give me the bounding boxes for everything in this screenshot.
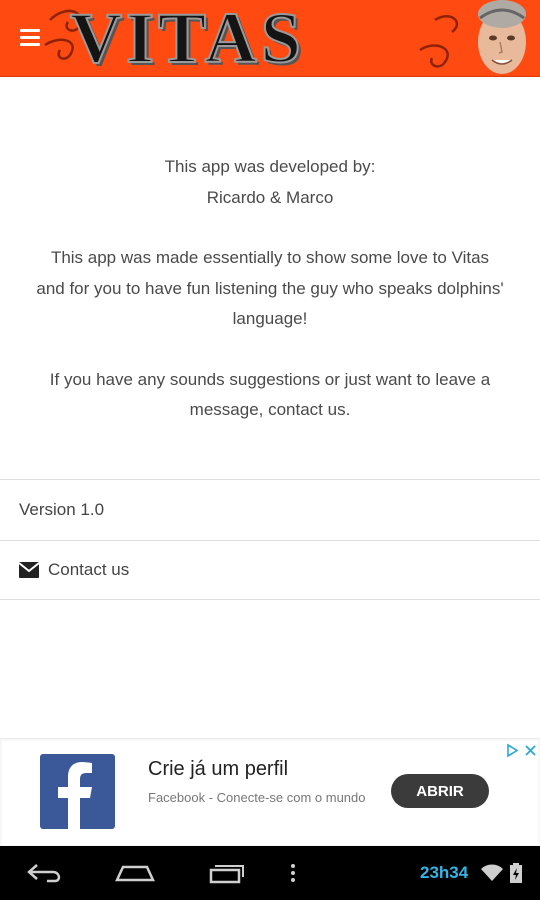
- app-header: VITAS: [0, 0, 540, 77]
- ad-banner[interactable]: Crie já um perfil Facebook - Conecte-se …: [0, 738, 540, 846]
- status-clock: 23h34: [420, 863, 469, 882]
- ad-subtitle: Facebook - Conecte-se com o mundo: [148, 790, 366, 805]
- facebook-logo-icon: [40, 754, 115, 829]
- version-label: Version 1.0: [19, 500, 105, 519]
- overflow-menu-icon[interactable]: [280, 846, 306, 900]
- ad-open-button[interactable]: ABRIR: [391, 774, 489, 808]
- divider: [0, 479, 540, 480]
- suggestion-text-line-1: If you have any sounds suggestions or ju…: [49, 369, 491, 389]
- purpose-text-line-3: language!: [232, 309, 308, 328]
- purpose-text-line-2: and for you to have fun listening the gu…: [36, 278, 504, 298]
- version-row: Version 1.0: [0, 481, 540, 539]
- contact-us-row[interactable]: Contact us: [0, 541, 540, 599]
- divider: [0, 599, 540, 600]
- adchoices-icon[interactable]: [505, 743, 539, 759]
- envelope-icon: [19, 562, 39, 578]
- battery-icon: [510, 863, 522, 883]
- developers-names: Ricardo & Marco: [206, 187, 334, 207]
- ad-title: Crie já um perfil: [148, 758, 289, 780]
- recents-icon[interactable]: [200, 846, 250, 900]
- system-navigation-bar: 23h34: [0, 846, 540, 900]
- contact-us-label: Contact us: [48, 560, 130, 579]
- vitas-avatar: [472, 0, 532, 76]
- back-icon[interactable]: [20, 846, 70, 900]
- wifi-icon: [481, 864, 503, 881]
- suggestion-text-line-2: message, contact us.: [189, 400, 351, 419]
- about-section: This app was developed by: Ricardo & Mar…: [0, 152, 540, 426]
- developed-by-label: This app was developed by:: [164, 157, 376, 176]
- app-logo-vitas: VITAS: [69, 0, 305, 77]
- hamburger-menu-icon[interactable]: [20, 29, 42, 47]
- ad-content: Crie já um perfil Facebook - Conecte-se …: [2, 741, 538, 845]
- purpose-text-line-1: This app was made essentially to show so…: [50, 248, 490, 267]
- home-icon[interactable]: [110, 846, 160, 900]
